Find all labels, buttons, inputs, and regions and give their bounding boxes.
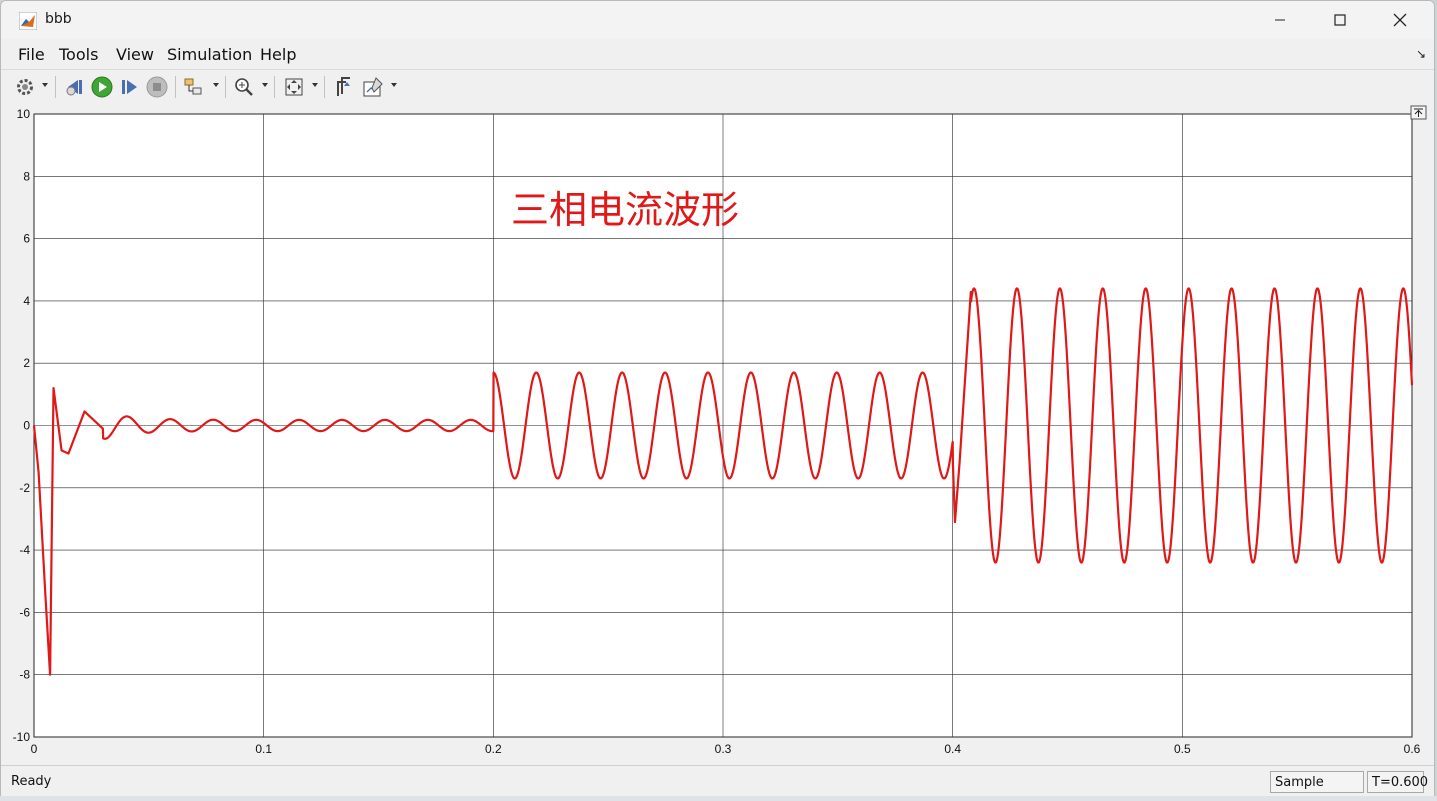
step-forward-icon bbox=[122, 80, 137, 94]
minimize-icon bbox=[1275, 19, 1285, 21]
matlab-logo-icon bbox=[19, 12, 37, 30]
x-tick-label: 0.3 bbox=[715, 742, 732, 756]
x-tick-label: 0.5 bbox=[1174, 742, 1191, 756]
maximize-button[interactable] bbox=[1317, 1, 1363, 39]
y-tick-label: 2 bbox=[23, 356, 30, 370]
style-button[interactable] bbox=[361, 75, 385, 99]
undock-axes-button[interactable] bbox=[1410, 105, 1427, 120]
toolbar-separator bbox=[324, 76, 325, 98]
step-back-icon bbox=[66, 80, 82, 96]
status-bar: Ready Sample based T=0.600 bbox=[1, 765, 1434, 797]
scope-window: bbb File Tools View Simulation Help ↘ 0 … bbox=[0, 0, 1435, 798]
sample-mode-indicator: Sample based bbox=[1270, 771, 1364, 793]
zoom-icon bbox=[235, 78, 253, 96]
close-button[interactable] bbox=[1377, 1, 1423, 39]
y-tick-label: 4 bbox=[23, 294, 30, 308]
maximize-icon bbox=[1334, 14, 1346, 26]
highlight-dropdown-arrow[interactable] bbox=[213, 83, 219, 87]
status-ready: Ready bbox=[11, 774, 52, 789]
background-strip bbox=[0, 796, 1437, 801]
stop-icon bbox=[146, 76, 168, 98]
y-tick-label: -8 bbox=[19, 668, 30, 682]
toolbar-separator bbox=[225, 76, 226, 98]
menu-file[interactable]: File bbox=[18, 45, 45, 64]
x-tick-label: 0.6 bbox=[1404, 742, 1421, 756]
x-tick-label: 0.1 bbox=[255, 742, 272, 756]
y-tick-label: -10 bbox=[13, 730, 31, 744]
toolbar-separator bbox=[274, 76, 275, 98]
run-icon bbox=[91, 76, 113, 98]
toolbar-separator bbox=[175, 76, 176, 98]
window-title: bbb bbox=[45, 11, 72, 27]
highlight-block-icon bbox=[184, 78, 202, 95]
y-tick-label: 10 bbox=[17, 107, 31, 121]
x-tick-label: 0 bbox=[31, 742, 38, 756]
y-tick-label: 6 bbox=[23, 232, 30, 246]
settings-dropdown-arrow[interactable] bbox=[42, 83, 48, 87]
toolbar bbox=[1, 69, 1434, 104]
y-tick-label: -2 bbox=[19, 481, 30, 495]
y-tick-label: 0 bbox=[23, 419, 30, 433]
plot-area[interactable]: 0 0.1 0.2 0.3 0.4 0.5 0.6 -10 -8 -6 -4 -2 0 2 4 6 8 10 三相… bbox=[1, 103, 1434, 765]
simulation-time: T=0.600 bbox=[1367, 771, 1428, 793]
zoom-dropdown-arrow[interactable] bbox=[262, 83, 268, 87]
cursor-measurements-button[interactable] bbox=[331, 75, 355, 99]
menu-help[interactable]: Help bbox=[260, 45, 296, 64]
fit-to-view-button[interactable] bbox=[282, 75, 306, 99]
waveform-annotation: 三相电流波形 bbox=[511, 190, 739, 232]
title-bar[interactable]: bbb bbox=[1, 1, 1434, 39]
minimize-button[interactable] bbox=[1257, 1, 1303, 39]
run-button[interactable] bbox=[90, 75, 114, 99]
y-tick-label: -6 bbox=[19, 605, 30, 619]
style-icon bbox=[363, 77, 383, 97]
x-tick-label: 0.4 bbox=[944, 742, 961, 756]
settings-gear-button[interactable] bbox=[13, 75, 37, 99]
highlight-block-button[interactable] bbox=[181, 75, 205, 99]
settings-gear-icon bbox=[17, 79, 33, 95]
fit-dropdown-arrow[interactable] bbox=[312, 83, 318, 87]
scope-chart[interactable]: 0 0.1 0.2 0.3 0.4 0.5 0.6 -10 -8 -6 -4 -2 0 2 4 6 8 10 三相… bbox=[1, 103, 1434, 765]
stop-button[interactable] bbox=[145, 75, 169, 99]
step-forward-button[interactable] bbox=[117, 75, 141, 99]
menu-tools[interactable]: Tools bbox=[59, 45, 98, 64]
menu-bar: File Tools View Simulation Help ↘ bbox=[1, 39, 1434, 69]
close-icon bbox=[1393, 13, 1407, 27]
y-tick-label: -4 bbox=[19, 543, 30, 557]
fit-to-view-icon bbox=[285, 78, 303, 96]
menu-view[interactable]: View bbox=[116, 45, 154, 64]
cursor-measurements-icon bbox=[337, 77, 350, 96]
zoom-button[interactable] bbox=[232, 75, 256, 99]
menu-simulation[interactable]: Simulation bbox=[167, 45, 252, 64]
x-tick-label: 0.2 bbox=[485, 742, 502, 756]
undock-arrow-icon[interactable]: ↘ bbox=[1416, 47, 1426, 61]
y-tick-label: 8 bbox=[23, 169, 30, 183]
toolbar-separator bbox=[55, 76, 56, 98]
step-back-button[interactable] bbox=[63, 75, 87, 99]
style-dropdown-arrow[interactable] bbox=[391, 83, 397, 87]
